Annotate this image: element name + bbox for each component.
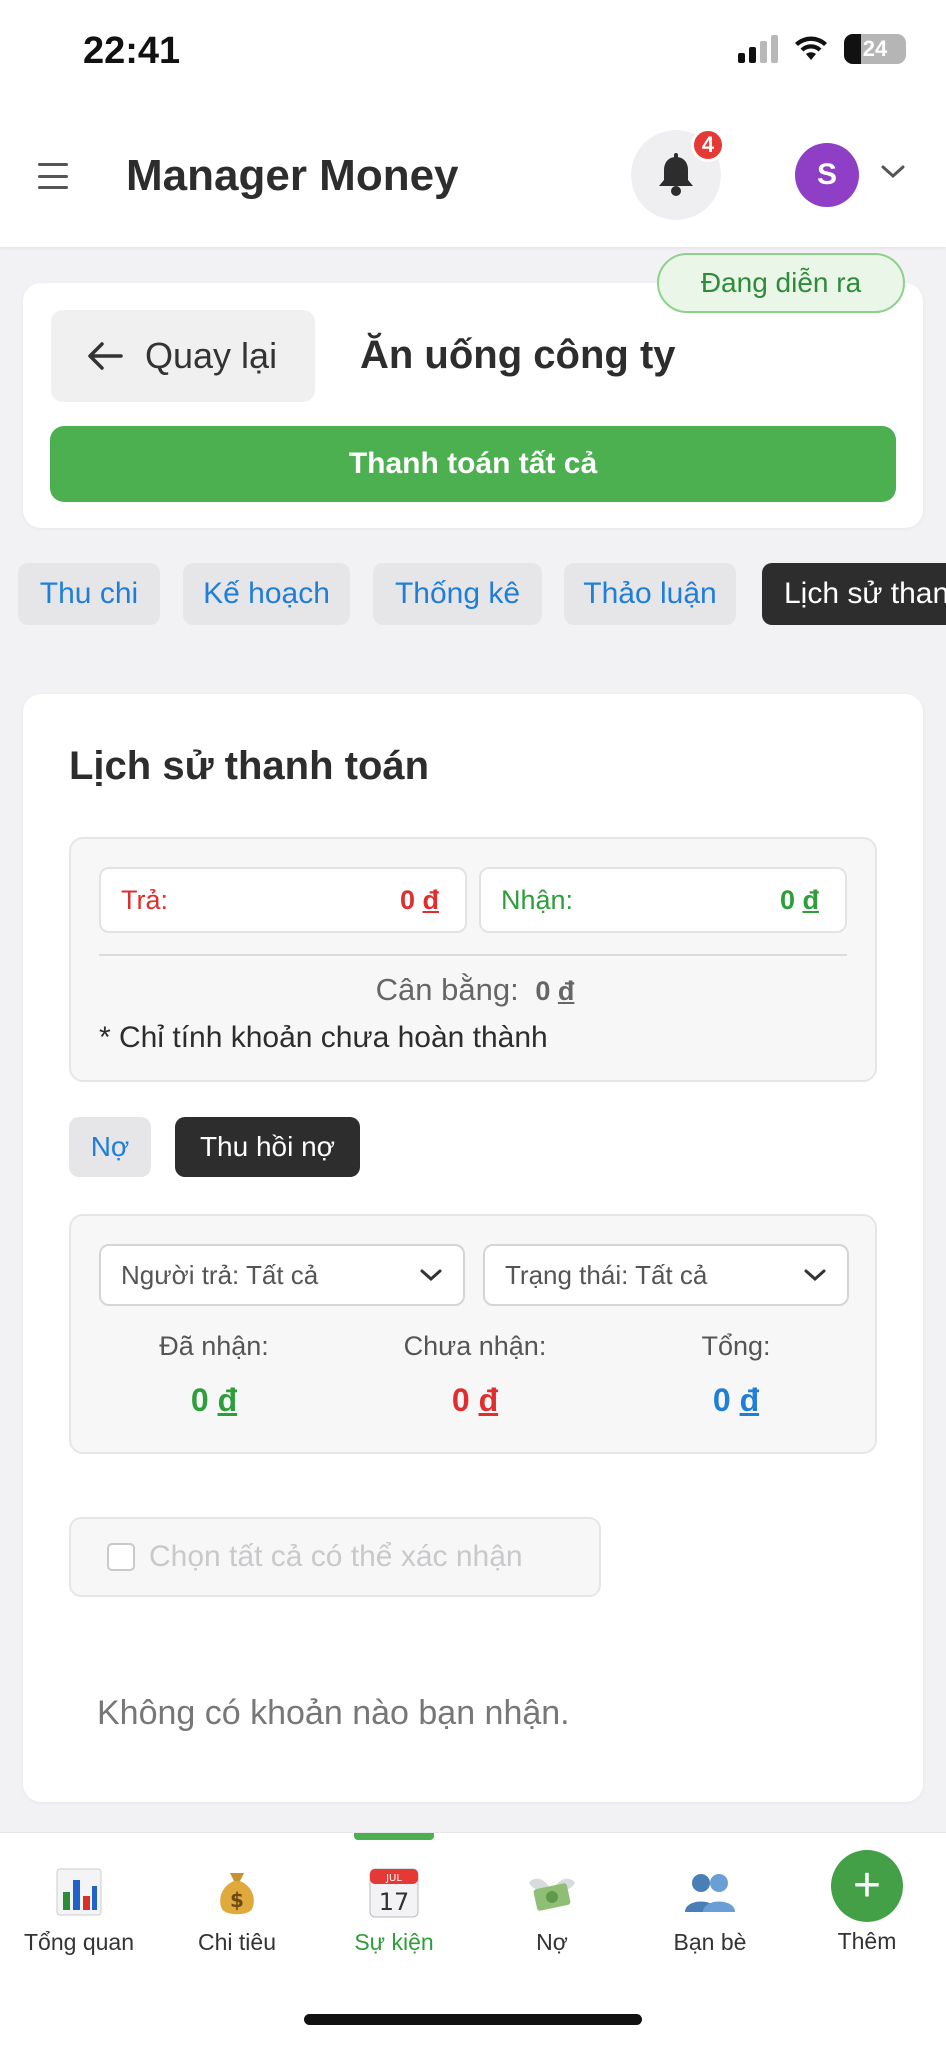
money-wings-icon — [529, 1878, 575, 1911]
notification-badge: 4 — [691, 128, 725, 162]
summary-note: * Chỉ tính khoản chưa hoàn thành — [99, 1021, 548, 1054]
wifi-icon — [795, 36, 827, 60]
pay-all-button[interactable]: Thanh toán tất cả — [50, 426, 896, 502]
calendar-month: JUL — [385, 1873, 402, 1884]
calendar-day: 17 — [379, 1888, 410, 1916]
status-filter-select[interactable]: Trạng thái: Tất cả — [483, 1244, 849, 1306]
nav-them[interactable]: + Thêm — [788, 1833, 946, 1955]
nav-su-kien[interactable]: JUL 17 Sự kiện — [315, 1833, 473, 1956]
battery-icon: 24 — [844, 34, 906, 64]
summary-box: Trả: 0 đ Nhận: 0 đ Cân bằng: 0 đ * Chỉ t… — [69, 837, 877, 1082]
bar-chart-icon — [56, 1868, 102, 1916]
select-all-label: Chọn tất cả có thể xác nhận — [149, 1540, 523, 1573]
svg-text:$: $ — [230, 1888, 244, 1912]
tab-thao-luan[interactable]: Thảo luận — [564, 563, 736, 625]
subtab-recover-debt[interactable]: Thu hồi nợ — [175, 1117, 360, 1177]
stat-total: Tổng: 0 đ — [701, 1331, 771, 1418]
pay-label: Trả: — [121, 884, 168, 915]
stat-pending: Chưa nhận: 0 đ — [403, 1331, 547, 1418]
stat-received: Đã nhận: 0 đ — [159, 1331, 269, 1418]
pay-summary: Trả: 0 đ — [99, 867, 467, 933]
section-title: Lịch sử thanh toán — [69, 744, 430, 788]
back-button[interactable]: Quay lại — [51, 310, 315, 402]
friends-icon — [685, 1874, 735, 1912]
money-bag-icon: $ — [220, 1873, 254, 1915]
chevron-down-icon[interactable] — [880, 163, 906, 181]
chevron-down-icon — [804, 1269, 826, 1282]
payer-filter-select[interactable]: Người trả: Tất cả — [99, 1244, 465, 1306]
bell-icon — [659, 153, 693, 196]
divider — [99, 954, 847, 956]
status-time: 22:41 — [83, 30, 181, 72]
select-all-checkbox[interactable] — [107, 1543, 135, 1571]
back-label: Quay lại — [145, 335, 278, 376]
tab-thong-ke[interactable]: Thống kê — [373, 563, 542, 625]
event-title: Ăn uống công ty — [360, 333, 676, 377]
nav-tong-quan[interactable]: Tổng quan — [0, 1833, 158, 1956]
receive-amount: 0 đ — [779, 884, 819, 915]
balance-amount: 0 đ — [535, 976, 575, 1006]
empty-message: Không có khoản nào bạn nhận. — [97, 1694, 570, 1732]
avatar[interactable]: S — [795, 143, 859, 207]
app-title: Manager Money — [126, 151, 459, 200]
status-bar: 22:41 24 — [0, 0, 946, 105]
pay-amount: 0 đ — [399, 884, 439, 915]
select-all-button[interactable]: Chọn tất cả có thể xác nhận — [69, 1517, 601, 1597]
event-header-card: Quay lại Ăn uống công ty Thanh toán tất … — [23, 283, 923, 528]
tab-thu-chi[interactable]: Thu chi — [18, 563, 160, 625]
signal-icon — [738, 35, 778, 63]
nav-chi-tieu[interactable]: $ Chi tiêu — [158, 1833, 316, 1956]
balance-row: Cân bằng: 0 đ — [71, 972, 879, 1008]
nav-ban-be[interactable]: Bạn bè — [631, 1833, 789, 1956]
subtab-debt[interactable]: Nợ — [69, 1117, 151, 1177]
filter-box: Người trả: Tất cả Trạng thái: Tất cả Đã … — [69, 1214, 877, 1454]
receive-label: Nhận: — [501, 884, 574, 915]
payment-history-card: Lịch sử thanh toán Trả: 0 đ Nhận: 0 đ Câ… — [23, 694, 923, 1802]
chevron-down-icon — [420, 1269, 442, 1282]
receive-summary: Nhận: 0 đ — [479, 867, 847, 933]
app-header: Manager Money 4 S — [0, 105, 946, 247]
calendar-icon: JUL 17 — [369, 1868, 419, 1918]
event-tabs: Thu chi Kế hoạch Thống kê Thảo luận Lịch… — [18, 563, 946, 625]
status-icons: 24 — [738, 34, 906, 64]
menu-icon[interactable] — [38, 163, 68, 189]
tab-ke-hoach[interactable]: Kế hoạch — [183, 563, 350, 625]
plus-icon[interactable]: + — [831, 1850, 903, 1922]
event-status-badge: Đang diễn ra — [657, 253, 905, 313]
notification-button[interactable]: 4 — [631, 128, 725, 220]
tab-lich-su-thanh-toan[interactable]: Lịch sử thanh toán — [762, 563, 946, 625]
balance-label: Cân bằng: — [375, 972, 519, 1007]
nav-no[interactable]: Nợ — [473, 1833, 631, 1956]
arrow-left-icon — [88, 342, 123, 370]
home-indicator — [304, 2014, 642, 2025]
